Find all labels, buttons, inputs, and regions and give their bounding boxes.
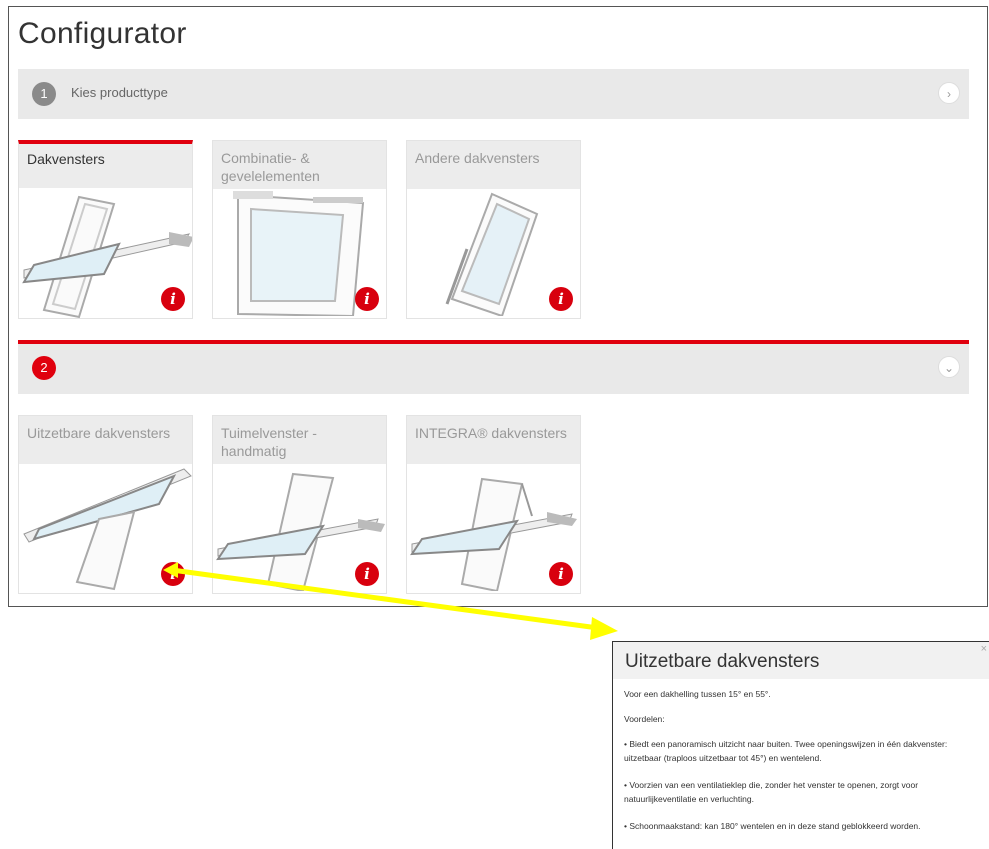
popup-paragraph: • Voorzien van een ventilatieklep die, z… (624, 780, 919, 804)
popup-paragraph: Voor een dakhelling tussen 15° en 55°. (624, 689, 771, 699)
popup-paragraph: • Biedt een panoramisch uitzicht naar bu… (624, 739, 948, 763)
info-popup: Uitzetbare dakvensters × Voor een dakhel… (612, 641, 989, 849)
popup-paragraph: Voordelen: (624, 714, 665, 724)
popup-title: Uitzetbare dakvensters (625, 651, 820, 672)
close-icon[interactable]: × (981, 643, 987, 655)
popup-paragraph: • Schoonmaakstand: kan 180° wentelen en … (624, 821, 921, 831)
